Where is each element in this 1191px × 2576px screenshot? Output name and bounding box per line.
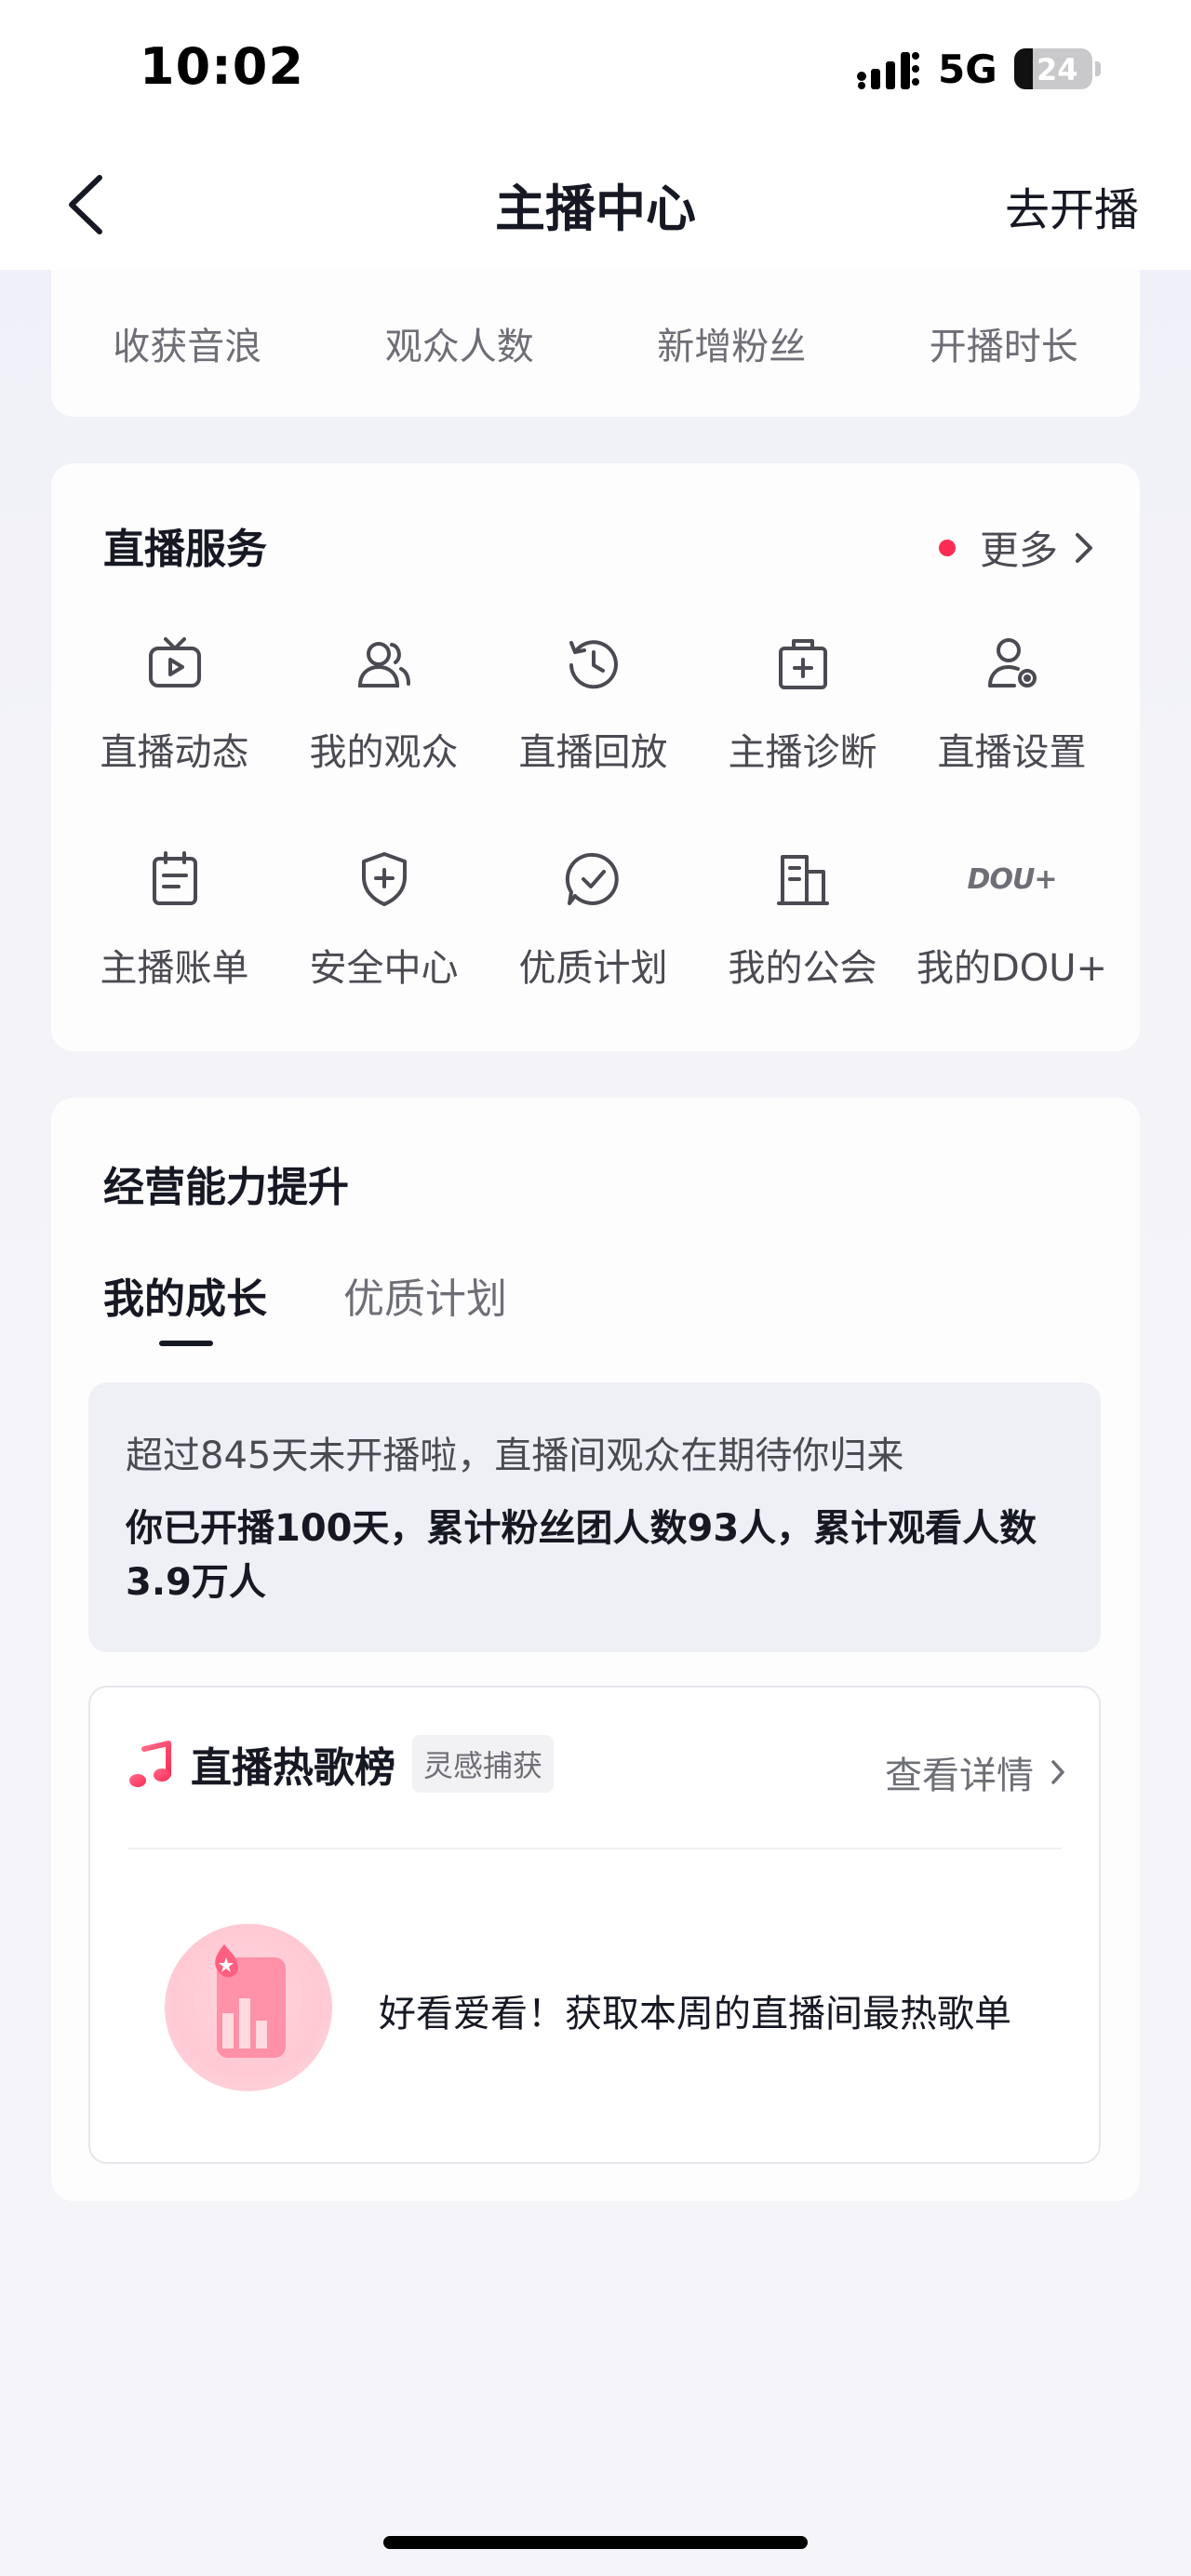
home-indicator — [383, 2536, 808, 2549]
chevron-right-icon — [1051, 1760, 1064, 1784]
live-services-card: 直播服务 更多 直播动态 我的观众 直播回放 主播诊断 直播设置 主播账单 安全… — [51, 463, 1140, 1051]
service-security[interactable]: 安全中心 — [279, 847, 488, 1062]
stat-live-duration[interactable]: 开播时长 — [868, 316, 1141, 370]
service-label: 安全中心 — [309, 947, 459, 990]
inspiration-tag: 灵感捕获 — [412, 1735, 555, 1793]
dou-logo-icon: DOU+ — [967, 862, 1058, 896]
service-label: 主播账单 — [100, 947, 249, 990]
chevron-right-icon — [1076, 532, 1092, 563]
service-live-feed[interactable]: 直播动态 — [70, 631, 279, 847]
tab-label: 优质计划 — [343, 1275, 507, 1323]
history-icon — [561, 631, 626, 696]
nav-bar: 主播中心 去开播 — [0, 140, 1191, 270]
battery-tip — [1095, 61, 1101, 76]
bill-icon — [142, 847, 207, 912]
service-diagnosis[interactable]: 主播诊断 — [698, 631, 907, 847]
status-time: 10:02 — [140, 37, 304, 96]
live-stats-text: 你已开播100天，累计粉丝团人数93人，累计观看人数3.9万人 — [126, 1507, 1037, 1604]
service-live-settings[interactable]: 直播设置 — [907, 631, 1117, 847]
hot-songs-description: 好看爱看！获取本周的直播间最热歌单 — [379, 1993, 1011, 2035]
services-grid: 直播动态 我的观众 直播回放 主播诊断 直播设置 主播账单 安全中心 优质计划 … — [51, 631, 1140, 1062]
tab-label: 我的成长 — [103, 1275, 267, 1323]
go-live-button[interactable]: 去开播 — [1005, 173, 1139, 238]
service-quality-plan[interactable]: 优质计划 — [488, 847, 698, 1062]
chevron-left-icon — [69, 175, 102, 234]
service-label: 主播诊断 — [728, 731, 877, 774]
stats-row: 收获音浪 观众人数 新增粉丝 开播时长 — [51, 316, 1140, 370]
music-note-icon — [129, 1741, 171, 1787]
stat-new-fans[interactable]: 新增粉丝 — [596, 316, 868, 370]
battery-icon: 24 — [1014, 48, 1092, 89]
shield-icon — [352, 847, 417, 912]
network-type: 5G — [938, 47, 997, 92]
battery-level: 24 — [1037, 52, 1078, 87]
service-label: 直播动态 — [100, 731, 249, 774]
hot-songs-card[interactable]: 直播热歌榜 灵感捕获 查看详情 好看爱看！获取本周的直播间最热歌单 — [88, 1686, 1101, 2164]
signal-icon — [857, 52, 919, 89]
check-chat-icon — [561, 847, 626, 912]
red-dot-badge — [938, 539, 956, 556]
tv-play-icon — [142, 631, 207, 696]
growth-title: 经营能力提升 — [103, 1164, 349, 1211]
services-title: 直播服务 — [103, 526, 267, 573]
user-settings-icon — [980, 631, 1045, 696]
service-bill[interactable]: 主播账单 — [70, 847, 279, 1062]
hot-songs-header: 直播热歌榜 灵感捕获 — [127, 1734, 555, 1794]
service-replay[interactable]: 直播回放 — [488, 631, 698, 847]
medical-kit-icon — [770, 631, 836, 696]
service-label: 直播回放 — [518, 731, 668, 774]
service-label: 我的观众 — [309, 731, 459, 774]
view-details-label: 查看详情 — [885, 1755, 1034, 1797]
users-icon — [352, 631, 417, 696]
service-label: 我的DOU+ — [916, 947, 1108, 990]
more-label: 更多 — [979, 527, 1058, 573]
view-details-link[interactable]: 查看详情 — [885, 1745, 1065, 1799]
growth-card: 经营能力提升 我的成长 优质计划 超过845天未开播啦，直播间观众在期待你归来 … — [51, 1098, 1140, 2201]
growth-tabs: 我的成长 优质计划 — [103, 1265, 583, 1346]
tab-quality-plan[interactable]: 优质计划 — [343, 1265, 507, 1325]
back-button[interactable] — [52, 169, 117, 240]
stat-sound-waves[interactable]: 收获音浪 — [51, 316, 324, 370]
service-label: 直播设置 — [937, 731, 1087, 774]
active-tab-indicator — [159, 1341, 213, 1346]
service-dou-plus[interactable]: DOU+ 我的DOU+ — [907, 847, 1117, 1062]
divider — [127, 1848, 1062, 1849]
service-my-audience[interactable]: 我的观众 — [279, 631, 488, 847]
hot-songs-title: 直播热歌榜 — [191, 1744, 395, 1792]
service-label: 优质计划 — [518, 947, 668, 990]
growth-summary: 超过845天未开播啦，直播间观众在期待你归来 你已开播100天，累计粉丝团人数9… — [88, 1382, 1101, 1652]
stat-viewers[interactable]: 观众人数 — [324, 316, 596, 370]
hot-songs-illustration-icon — [165, 1924, 332, 2091]
stats-card: 收获音浪 观众人数 新增粉丝 开播时长 — [51, 270, 1140, 417]
inactive-days-text: 超过845天未开播啦，直播间观众在期待你归来 — [126, 1435, 904, 1477]
status-bar: 10:02 5G 24 — [0, 0, 1191, 140]
service-guild[interactable]: 我的公会 — [698, 847, 907, 1062]
building-icon — [770, 847, 836, 912]
tab-my-growth[interactable]: 我的成长 — [103, 1265, 267, 1346]
more-button[interactable]: 更多 — [938, 519, 1093, 576]
service-label: 我的公会 — [728, 947, 877, 990]
